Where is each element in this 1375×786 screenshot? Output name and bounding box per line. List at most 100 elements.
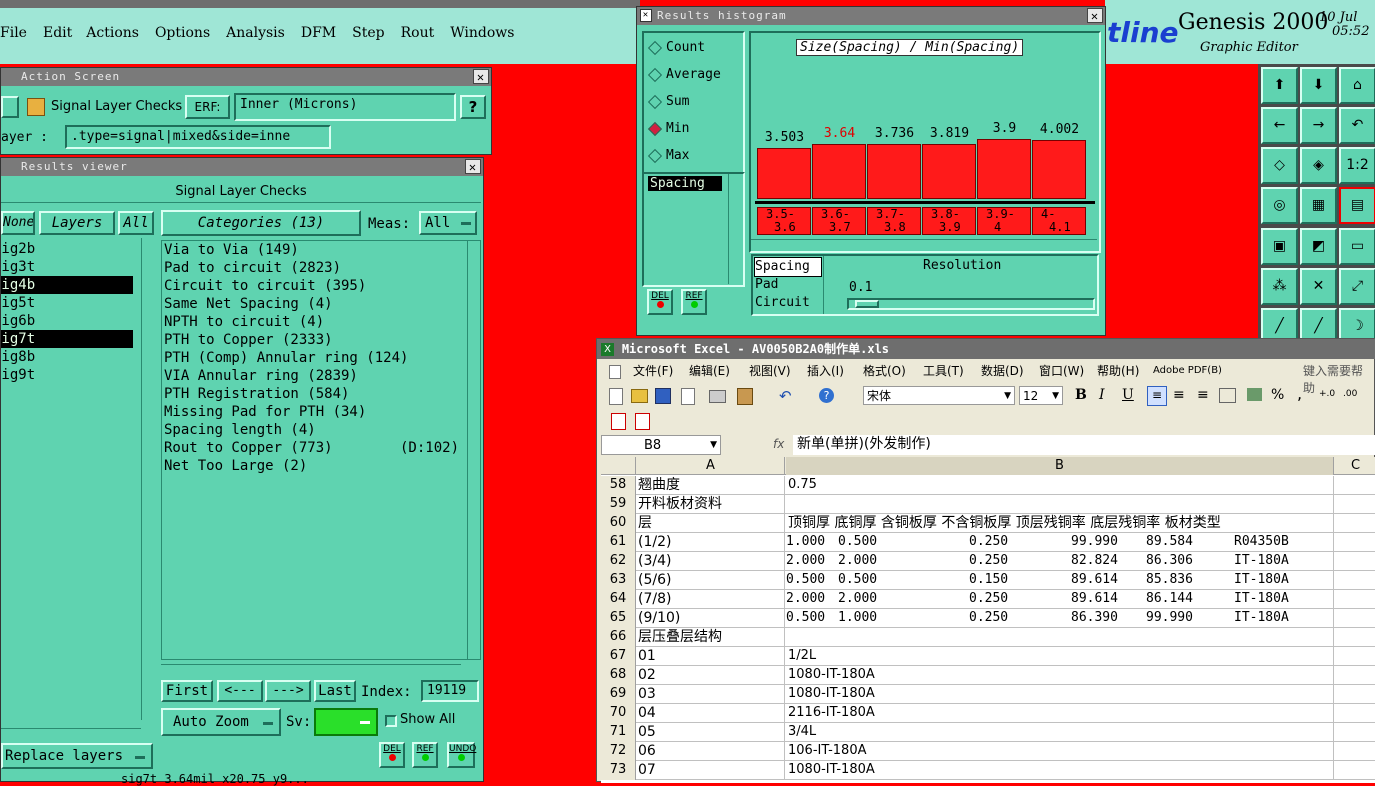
cell-c[interactable]: [1335, 476, 1375, 494]
cell-a[interactable]: (1/2): [637, 533, 785, 551]
permission-icon[interactable]: [681, 388, 695, 405]
close-icon[interactable]: ✕: [465, 159, 481, 174]
center-icon[interactable]: ◈: [1300, 147, 1337, 184]
layers-scrollbar[interactable]: [141, 238, 155, 720]
layer-item[interactable]: sig5t: [1, 294, 133, 312]
name-box[interactable]: B8 ▼: [601, 435, 721, 455]
category-item[interactable]: Circuit to circuit (395): [164, 277, 464, 295]
decrease-decimal-icon[interactable]: .00: [1343, 389, 1357, 399]
cell-a[interactable]: 06: [637, 742, 785, 760]
category-item[interactable]: VIA Annular ring (2839): [164, 367, 464, 385]
cell-b[interactable]: [786, 628, 1334, 646]
paste-icon[interactable]: [737, 388, 753, 405]
cell-a[interactable]: 03: [637, 685, 785, 703]
bold-icon[interactable]: B: [1075, 387, 1087, 403]
slider-handle[interactable]: [855, 300, 879, 308]
histogram-bar[interactable]: [1032, 140, 1086, 199]
row-number[interactable]: 67: [601, 647, 636, 666]
sv-color-select[interactable]: [314, 708, 378, 736]
row-number[interactable]: 59: [601, 495, 636, 514]
excel-menu-item[interactable]: 插入(I): [807, 361, 844, 381]
undo-icon[interactable]: ↶: [1339, 107, 1375, 144]
measure-item[interactable]: Circuit: [755, 294, 821, 312]
cell-c[interactable]: [1335, 761, 1375, 779]
measure-list-scrollbar[interactable]: [728, 174, 742, 284]
cell-a[interactable]: 开料板材资料: [637, 495, 785, 513]
layer-item[interactable]: sig2b: [1, 240, 133, 258]
font-name-select[interactable]: 宋体 ▼: [863, 386, 1015, 405]
category-item[interactable]: NPTH to circuit (4): [164, 313, 464, 331]
layer-item[interactable]: sig7t: [1, 330, 133, 348]
menu-options[interactable]: Options: [155, 25, 210, 45]
list-icon[interactable]: [1, 96, 19, 118]
histogram-bar[interactable]: [977, 139, 1031, 199]
close-icon[interactable]: ✕: [1087, 8, 1103, 23]
index-field[interactable]: 19119: [421, 680, 479, 702]
next-button[interactable]: --->: [265, 680, 311, 702]
excel-menu-item[interactable]: 窗口(W): [1039, 361, 1084, 381]
cell-b[interactable]: 2116-IT-180A: [786, 704, 1334, 722]
row-number[interactable]: 60: [601, 514, 636, 533]
cell-a[interactable]: 翘曲度: [637, 476, 785, 494]
row-number[interactable]: 70: [601, 704, 636, 723]
cell-c[interactable]: [1335, 514, 1375, 532]
category-item[interactable]: PTH (Comp) Annular ring (124): [164, 349, 464, 367]
row-number[interactable]: 66: [601, 628, 636, 647]
select-icon[interactable]: ▣: [1261, 228, 1298, 265]
categories-button[interactable]: Categories (13): [161, 210, 361, 236]
percent-icon[interactable]: %: [1271, 387, 1284, 403]
cell-b[interactable]: [786, 495, 1334, 513]
category-item[interactable]: PTH Registration (584): [164, 385, 464, 403]
cell-b[interactable]: 1080-IT-180A: [786, 761, 1334, 779]
currency-icon[interactable]: [1247, 388, 1262, 401]
pdf-icon[interactable]: [611, 413, 626, 430]
excel-menu-item[interactable]: 数据(D): [981, 361, 1024, 381]
row-number[interactable]: 72: [601, 742, 636, 761]
menu-windows[interactable]: Windows: [450, 25, 514, 45]
row-number[interactable]: 65: [601, 609, 636, 628]
comma-icon[interactable]: ,: [1297, 384, 1302, 403]
auto-zoom-select[interactable]: Auto Zoom: [161, 708, 281, 736]
menu-actions[interactable]: Actions: [86, 25, 139, 45]
zoom-home-icon[interactable]: ⬆: [1261, 67, 1298, 104]
fit-icon[interactable]: ◇: [1261, 147, 1298, 184]
excel-menu-item[interactable]: 帮助(H): [1097, 361, 1139, 381]
select-all[interactable]: [601, 457, 636, 475]
column-header-a[interactable]: A: [637, 457, 785, 475]
row-number[interactable]: 61: [601, 533, 636, 552]
grid-icon[interactable]: ▦: [1300, 187, 1337, 224]
meas-select[interactable]: All: [419, 211, 477, 235]
cell-a[interactable]: 层压叠层结构: [637, 628, 785, 646]
column-header-b[interactable]: B: [786, 457, 1334, 475]
layer-item[interactable]: sig6b: [1, 312, 133, 330]
route-icon[interactable]: ⤢: [1339, 268, 1375, 305]
cell-b[interactable]: 1.000 0.500 0.250 99.990 89.584 R04350B: [786, 533, 1334, 551]
pdf-mail-icon[interactable]: [635, 413, 650, 430]
del-button[interactable]: DEL: [379, 742, 405, 768]
row-number[interactable]: 62: [601, 552, 636, 571]
cell-b[interactable]: 2.000 2.000 0.250 89.614 86.144 IT-180A: [786, 590, 1334, 608]
layers-button[interactable]: Layers: [39, 211, 115, 235]
cell-b[interactable]: 106-IT-180A: [786, 742, 1334, 760]
cell-a[interactable]: (5/6): [637, 571, 785, 589]
erf-button[interactable]: ERF:: [185, 95, 230, 119]
histogram-bar[interactable]: [867, 144, 921, 199]
categories-scrollbar[interactable]: [467, 241, 480, 659]
resolution-slider[interactable]: [847, 298, 1095, 310]
cell-c[interactable]: [1335, 685, 1375, 703]
stat-option-count[interactable]: Count: [647, 37, 721, 64]
layers-icon[interactable]: ▤: [1339, 187, 1375, 224]
cell-c[interactable]: [1335, 495, 1375, 513]
row-number[interactable]: 63: [601, 571, 636, 590]
cell-c[interactable]: [1335, 704, 1375, 722]
net-icon[interactable]: ⁂: [1261, 268, 1298, 305]
zoom-back-icon[interactable]: ←: [1261, 107, 1298, 144]
cell-b[interactable]: 0.500 1.000 0.250 86.390 99.990 IT-180A: [786, 609, 1334, 627]
measures-scrollbar[interactable]: [823, 256, 837, 314]
cell-c[interactable]: [1335, 647, 1375, 665]
measure-icon[interactable]: ▭: [1339, 228, 1375, 265]
category-item[interactable]: PTH to Copper (2333): [164, 331, 464, 349]
formula-bar[interactable]: 新单(单拼)(外发制作): [793, 435, 1375, 455]
cell-b[interactable]: 1/2L: [786, 647, 1334, 665]
layer-item[interactable]: sig4b: [1, 276, 133, 294]
